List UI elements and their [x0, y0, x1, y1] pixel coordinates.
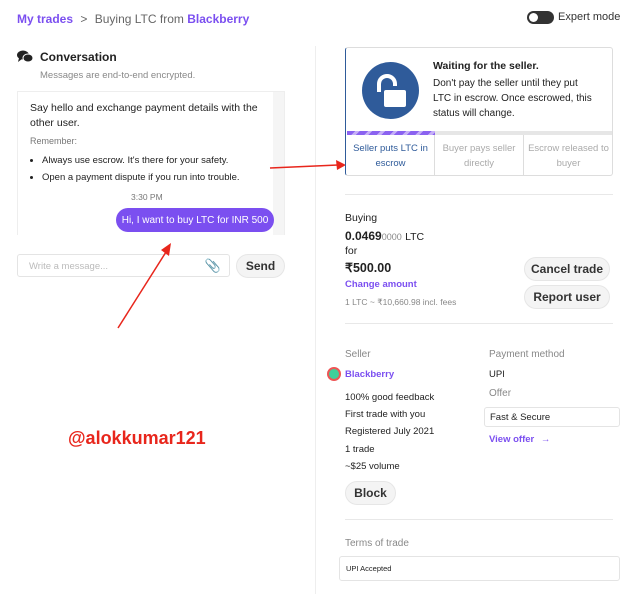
divider: [345, 519, 613, 520]
exchange-rate: 1 LTC ~ ₹10,660.98 incl. fees: [345, 297, 457, 307]
for-label: for: [345, 245, 358, 257]
seller-name-link[interactable]: Blackberry: [345, 369, 394, 380]
view-offer-link[interactable]: View offer →: [489, 434, 550, 445]
seller-stat: ~$25 volume: [345, 460, 400, 472]
step-escrow-released: Escrow released to buyer: [528, 143, 609, 169]
block-button[interactable]: Block: [345, 481, 396, 505]
payment-method-label: Payment method: [489, 349, 565, 360]
step-seller-escrow: Seller puts LTC in escrow: [347, 135, 435, 175]
seller-stat: 1 trade: [345, 443, 375, 455]
fiat-amount: ₹500.00: [345, 261, 392, 275]
buying-label: Buying: [345, 212, 378, 224]
seller-label: Seller: [345, 349, 371, 360]
unlocked-padlock-icon: [362, 62, 419, 119]
terms-box: UPI Accepted: [339, 556, 620, 581]
offer-title: Fast & Secure: [490, 412, 551, 423]
crypto-amount: 0.04690000 LTC: [345, 229, 424, 243]
divider: [345, 323, 613, 324]
terms-label: Terms of trade: [345, 538, 409, 549]
view-offer-label: View offer: [489, 434, 535, 445]
status-body: Don't pay the seller until they put LTC …: [433, 78, 592, 119]
seller-stats: 100% good feedback First trade with you …: [345, 389, 434, 475]
offer-terms-box: Fast & Secure: [484, 407, 620, 427]
divider: [345, 194, 613, 195]
trade-status-card: Waiting for the seller. Don't pay the se…: [345, 47, 613, 176]
annotation-arrowhead-up: [161, 243, 171, 256]
seller-stat: First trade with you: [345, 409, 426, 421]
seller-stat: 100% good feedback: [345, 392, 435, 403]
seller-stat: Registered July 2021: [345, 426, 435, 438]
step-buyer-pays: Buyer pays seller directly: [435, 135, 524, 175]
change-amount-link[interactable]: Change amount: [345, 279, 417, 290]
seller-avatar: [327, 367, 341, 381]
annotation-arrow-up: [117, 251, 167, 329]
payment-method-value: UPI: [489, 369, 505, 380]
annotation-username: @alokkumar121: [68, 428, 206, 448]
arrow-right-icon: →: [540, 434, 551, 445]
offer-label: Offer: [489, 388, 512, 399]
status-title: Waiting for the seller.: [433, 60, 539, 72]
crypto-amount-tail: 0000: [381, 232, 402, 242]
terms-text: UPI Accepted: [346, 564, 392, 573]
cancel-trade-button[interactable]: Cancel trade: [524, 257, 610, 281]
crypto-amount-main: 0.0469: [345, 229, 382, 243]
annotation-arrow-right: [269, 164, 339, 169]
report-user-button[interactable]: Report user: [524, 285, 610, 309]
crypto-unit: LTC: [405, 231, 425, 243]
